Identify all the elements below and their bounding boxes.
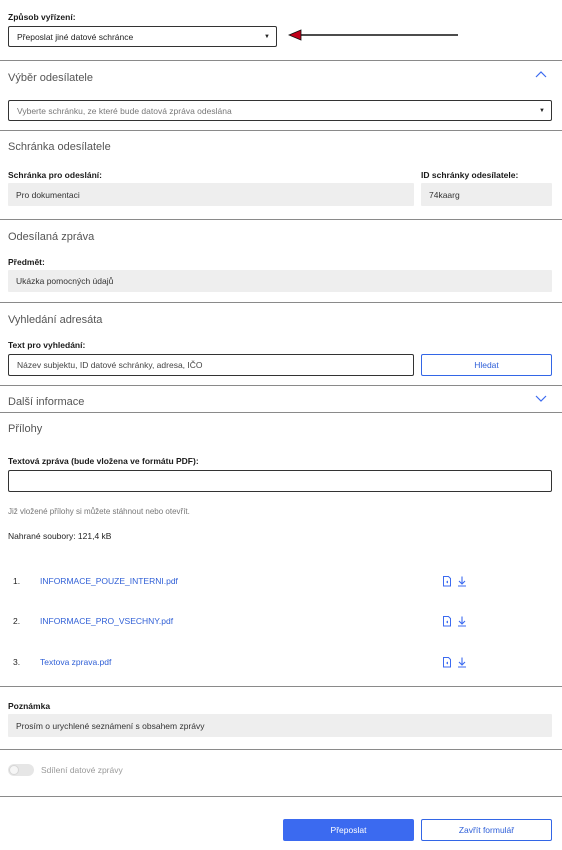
forward-button[interactable]: Přeposlat [283, 819, 414, 841]
file-row: 1. INFORMACE_POUZE_INTERNI.pdf [0, 576, 562, 588]
sharing-toggle[interactable] [8, 764, 34, 776]
file-number: 1. [13, 576, 21, 586]
predmet-field: Ukázka pomocných údajů [8, 270, 552, 292]
uploaded-size: Nahrané soubory: 121,4 kB [8, 531, 112, 541]
divider [0, 796, 562, 797]
download-icon[interactable] [457, 657, 467, 668]
download-icon[interactable] [457, 616, 467, 627]
divider [0, 302, 562, 303]
chevron-down-icon[interactable] [535, 395, 547, 403]
file-link[interactable]: Textova zprava.pdf [40, 657, 111, 667]
predmet-label: Předmět: [8, 257, 45, 267]
prilohy-title: Přílohy [8, 423, 43, 435]
sender-select-placeholder: Vyberte schránku, ze které bude datová z… [17, 105, 232, 116]
pro-odeslani-value: Pro dokumentaci [16, 189, 80, 200]
file-number: 2. [13, 616, 21, 626]
caret-down-icon: ▼ [539, 107, 545, 114]
attachments-hint: Již vložené přílohy si můžete stáhnout n… [8, 507, 190, 516]
close-form-button[interactable]: Zavřít formulář [421, 819, 552, 841]
schranka-title: Schránka odesílatele [8, 141, 111, 153]
divider [0, 749, 562, 750]
textova-zprava-input[interactable] [8, 470, 552, 492]
red-arrow-annotation [288, 29, 458, 41]
recipient-search-input[interactable]: Název subjektu, ID datové schránky, adre… [8, 354, 414, 376]
id-schranky-label: ID schránky odesílatele: [421, 170, 519, 180]
open-file-icon[interactable] [442, 616, 452, 627]
search-text-label: Text pro vyhledání: [8, 340, 86, 350]
chevron-up-icon[interactable] [535, 70, 547, 78]
open-file-icon[interactable] [442, 576, 452, 587]
sharing-label: Sdílení datové zprávy [41, 765, 123, 775]
file-row: 2. INFORMACE_PRO_VSECHNY.pdf [0, 616, 562, 628]
sender-select[interactable]: Vyberte schránku, ze které bude datová z… [8, 100, 552, 121]
vyhledani-title: Vyhledání adresáta [8, 314, 103, 326]
recipient-search-placeholder: Název subjektu, ID datové schránky, adre… [17, 360, 203, 370]
vyber-title: Výběr odesílatele [8, 72, 93, 84]
file-link[interactable]: INFORMACE_POUZE_INTERNI.pdf [40, 576, 178, 586]
file-row: 3. Textova zprava.pdf [0, 657, 562, 669]
pro-odeslani-field: Pro dokumentaci [8, 183, 414, 206]
zpusob-select[interactable]: Přeposlat jiné datové schránce ▼ [8, 26, 277, 47]
zpusob-select-value: Přeposlat jiné datové schránce [17, 31, 134, 42]
poznamka-label: Poznámka [8, 701, 51, 711]
poznamka-value: Prosím o urychlené seznámení s obsahem z… [16, 720, 205, 731]
caret-down-icon: ▼ [264, 33, 270, 40]
file-number: 3. [13, 657, 21, 667]
divider [0, 130, 562, 131]
divider [0, 219, 562, 220]
pro-odeslani-label: Schránka pro odeslání: [8, 170, 102, 180]
id-schranky-field: 74kaarg [421, 183, 552, 206]
search-button[interactable]: Hledat [421, 354, 552, 376]
dalsi-title[interactable]: Další informace [8, 396, 84, 408]
zpusob-label: Způsob vyřízení: [8, 12, 76, 22]
divider [0, 412, 562, 413]
id-schranky-value: 74kaarg [429, 189, 460, 200]
poznamka-field: Prosím o urychlené seznámení s obsahem z… [8, 714, 552, 737]
predmet-value: Ukázka pomocných údajů [16, 276, 114, 286]
divider [0, 385, 562, 386]
divider [0, 686, 562, 687]
textova-zprava-label: Textová zpráva (bude vložena ve formátu … [8, 456, 199, 466]
divider [0, 60, 562, 61]
download-icon[interactable] [457, 576, 467, 587]
open-file-icon[interactable] [442, 657, 452, 668]
zprava-title: Odesílaná zpráva [8, 231, 95, 243]
file-link[interactable]: INFORMACE_PRO_VSECHNY.pdf [40, 616, 173, 626]
